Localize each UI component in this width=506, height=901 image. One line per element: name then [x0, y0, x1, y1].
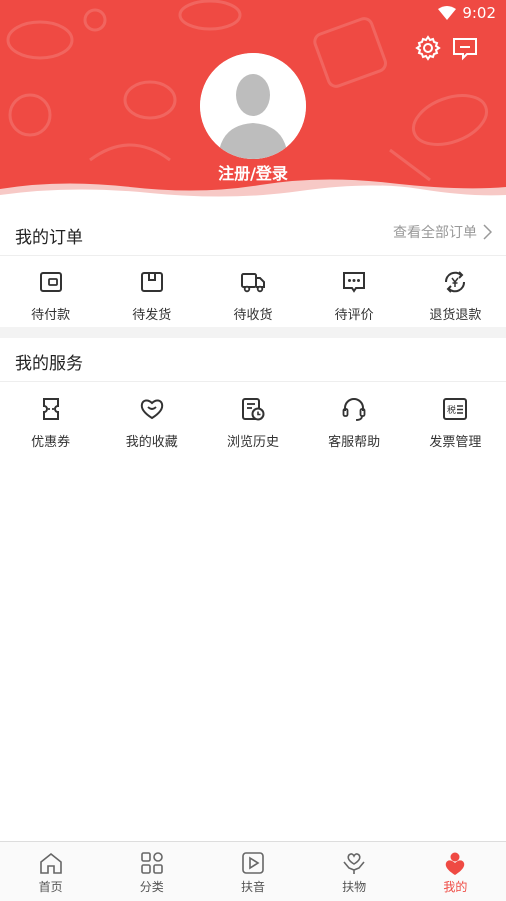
service-item-coupon[interactable]: 优惠券	[0, 395, 101, 450]
order-item-label: 待发货	[132, 308, 172, 323]
status-bar: 9:02	[438, 4, 496, 22]
wallet-icon	[39, 272, 62, 292]
package-icon	[140, 272, 163, 292]
tab-label: 扶物	[342, 880, 367, 894]
service-item-support[interactable]: 客服帮助	[304, 395, 405, 450]
service-item-favorites[interactable]: 我的收藏	[101, 395, 202, 450]
order-item-pending-shipment[interactable]: 待发货	[101, 268, 202, 323]
tab-label: 分类	[139, 880, 164, 894]
order-item-label: 退货退款	[429, 308, 482, 323]
hands-icon	[343, 853, 365, 874]
message-icon[interactable]	[451, 34, 479, 62]
order-item-label: 待评价	[334, 308, 374, 323]
order-item-pending-receipt[interactable]: 待收货	[202, 268, 303, 323]
chevron-right-icon	[483, 224, 492, 240]
service-item-label: 我的收藏	[125, 435, 178, 450]
section-gap	[0, 327, 506, 338]
tab-label: 我的	[443, 880, 468, 894]
invoice-icon-text: 税	[447, 404, 456, 416]
refund-icon	[445, 271, 466, 293]
service-item-invoice[interactable]: 税 发票管理	[405, 395, 506, 450]
header-wave	[0, 179, 506, 205]
order-item-label: 待收货	[233, 308, 273, 323]
divider	[0, 255, 506, 256]
order-item-refund[interactable]: 退货退款	[405, 268, 506, 323]
status-time: 9:02	[462, 4, 496, 22]
service-item-history[interactable]: 浏览历史	[202, 395, 303, 450]
see-all-orders-link[interactable]: 查看全部订单	[393, 222, 492, 242]
invoice-icon: 税	[443, 398, 468, 420]
video-icon	[242, 852, 264, 874]
tab-category[interactable]: 分类	[101, 842, 202, 901]
tab-label: 扶音	[240, 880, 265, 894]
wifi-icon	[438, 6, 457, 20]
tab-goods[interactable]: 扶物	[304, 842, 405, 901]
tab-video[interactable]: 扶音	[202, 842, 303, 901]
headset-icon	[342, 398, 366, 421]
default-user-icon	[200, 53, 306, 159]
home-icon	[39, 852, 62, 874]
service-item-label: 发票管理	[429, 435, 482, 450]
tab-mine[interactable]: 我的	[405, 842, 506, 901]
service-item-label: 浏览历史	[226, 435, 279, 450]
profile-header: 9:02 注册/登录	[0, 0, 506, 205]
truck-icon	[240, 273, 265, 293]
gear-icon[interactable]	[414, 34, 442, 62]
orders-row: 待付款 待发货 待收货 待评价 退货退款	[0, 268, 506, 323]
category-icon	[140, 852, 163, 874]
service-item-label: 客服帮助	[328, 435, 381, 450]
comment-icon	[343, 272, 366, 293]
service-item-label: 优惠券	[31, 435, 71, 450]
services-title: 我的服务	[15, 354, 83, 374]
order-item-pending-review[interactable]: 待评价	[304, 268, 405, 323]
orders-title: 我的订单	[15, 228, 83, 248]
history-icon	[241, 398, 265, 421]
tab-label: 首页	[38, 880, 63, 894]
avatar[interactable]	[200, 53, 306, 159]
order-item-pending-payment[interactable]: 待付款	[0, 268, 101, 323]
bottom-tab-bar: 首页 分类 扶音 扶物 我的	[0, 841, 506, 901]
services-row: 优惠券 我的收藏 浏览历史 客服帮助 税 发票管理	[0, 395, 506, 450]
coupon-icon	[42, 398, 59, 420]
order-item-label: 待付款	[31, 308, 71, 323]
tab-home[interactable]: 首页	[0, 842, 101, 901]
user-icon	[446, 852, 465, 875]
see-all-label: 查看全部订单	[393, 225, 477, 241]
heart-icon	[140, 399, 163, 420]
divider	[0, 381, 506, 382]
